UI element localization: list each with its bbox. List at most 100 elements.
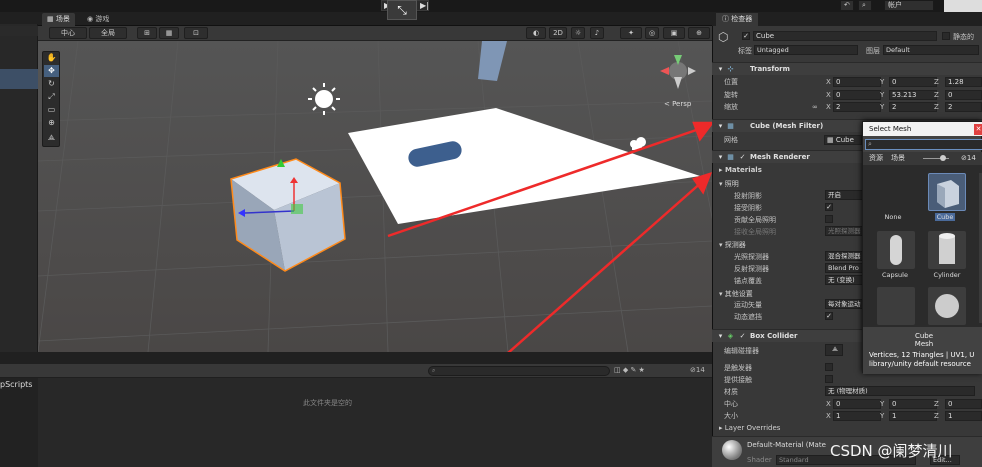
pivot-dropdown[interactable]: 中心 [49, 27, 87, 39]
tab-inspector[interactable]: ⓘ 检查器 [716, 13, 759, 26]
reflection-probes-dropdown[interactable]: Blend Pro [825, 263, 863, 273]
foldout-arrow-icon[interactable]: ▾ [716, 65, 725, 74]
tab-scene[interactable]: ▦ 场景 [42, 13, 75, 26]
hidden-objects-icon[interactable]: ◎ [645, 27, 659, 39]
project-folder-tree [0, 378, 38, 467]
layer-dropdown[interactable]: Default [883, 45, 979, 55]
edit-collider-button[interactable]: ⟁ [825, 344, 843, 356]
project-filter-icons[interactable]: ◫ ◆ ✎ ★ [614, 366, 645, 374]
grid-snap-icon[interactable]: ⊞ [137, 27, 157, 39]
transform-tool-icon[interactable]: ⊕ [44, 117, 59, 129]
project-header [0, 352, 712, 364]
center-row: 中心 X0 Y0 Z0 [712, 398, 982, 410]
project-search-input[interactable]: ⌕ [428, 366, 610, 376]
dynamic-occlusion-checkbox[interactable]: ✓ [825, 312, 833, 320]
object-name-field[interactable]: Cube [753, 31, 937, 41]
zoom-slider-handle[interactable] [940, 155, 946, 161]
link-icon[interactable]: ∞ [812, 101, 818, 113]
close-icon[interactable]: ✕ [974, 124, 982, 135]
search-icon[interactable]: ⌕ [858, 0, 872, 11]
materials-foldout[interactable]: ▸ Materials [719, 166, 762, 174]
step-icon[interactable]: ▶| [420, 1, 429, 10]
persp-label[interactable]: < Persp [664, 100, 692, 108]
tab-assets[interactable]: 资源 [869, 153, 883, 164]
mesh-tile-sphere[interactable] [928, 287, 966, 325]
custom-tool-icon[interactable]: ⟁ [44, 132, 59, 144]
anchor-override-field[interactable]: 无 (变换) [825, 275, 863, 285]
rotation-y-field[interactable]: 53.213 [889, 90, 937, 100]
scale-z-field[interactable]: 2 [945, 102, 982, 112]
gizmos-icon[interactable]: ⊕ [688, 27, 710, 39]
contribute-gi-checkbox[interactable] [825, 215, 833, 223]
foldout-arrow-icon[interactable]: ▾ [716, 332, 725, 341]
grid-visibility-icon[interactable]: ▦ [159, 27, 179, 39]
scale-tool-icon[interactable]: ⤢ [44, 91, 59, 103]
rotation-z-field[interactable]: 0 [945, 90, 982, 100]
mesh-field[interactable]: ▦ Cube [824, 135, 862, 145]
foldout-arrow-icon[interactable]: ▾ [716, 122, 725, 131]
position-y-field[interactable]: 0 [889, 77, 937, 87]
snap-increment-icon[interactable]: ⊡ [184, 27, 208, 39]
box-collider-icon: ◈ [727, 332, 734, 340]
rotation-x-field[interactable]: 0 [833, 90, 881, 100]
mesh-tile-plane[interactable] [877, 287, 915, 325]
tag-dropdown[interactable]: Untagged [754, 45, 858, 55]
motion-vectors-dropdown[interactable]: 每对象运动 [825, 299, 863, 309]
camera-icon[interactable]: ▣ [663, 27, 685, 39]
lighting-icon[interactable]: ☼ [571, 27, 585, 39]
transform-tools: ✋ ✥ ↻ ⤢ ▭ ⊕ ⟁ [42, 51, 60, 147]
mesh-tile-capsule[interactable] [877, 231, 915, 269]
rotate-tool-icon[interactable]: ↻ [44, 78, 59, 90]
mesh-search-input[interactable]: ⌕ [865, 139, 982, 150]
scale-x-field[interactable]: 2 [833, 102, 881, 112]
mesh-tile-cube[interactable] [928, 173, 966, 211]
size-y-field[interactable]: 1 [889, 411, 937, 421]
size-z-field[interactable]: 1 [945, 411, 982, 421]
receive-shadows-checkbox[interactable]: ✓ [825, 203, 833, 211]
project-folder-item[interactable]: pScripts [0, 380, 32, 389]
draw-mode-icon[interactable]: ◐ [526, 27, 546, 39]
provides-contacts-label: 提供接触 [724, 376, 752, 384]
light-probes-dropdown[interactable]: 混合探测器 [825, 251, 863, 261]
foldout-arrow-icon[interactable]: ▾ [716, 153, 725, 162]
space-dropdown[interactable]: 全局 [89, 27, 127, 39]
position-z-field[interactable]: 1.28 [945, 77, 982, 87]
scale-y-field[interactable]: 2 [889, 102, 937, 112]
move-tool-icon[interactable]: ✥ [44, 65, 59, 77]
dynamic-occlusion-label: 动态遮挡 [734, 313, 762, 321]
toggle-2d-button[interactable]: 2D [549, 27, 567, 39]
mesh-tile-cylinder[interactable] [928, 231, 966, 269]
hand-tool-icon[interactable]: ✋ [44, 52, 59, 64]
layer-overrides-foldout[interactable]: ▸ Layer Overrides [719, 424, 780, 432]
account-dropdown[interactable]: 帐户 [884, 0, 934, 11]
layout-button[interactable] [944, 0, 982, 12]
position-row: 位置 X0 Y0 Z 1.28 [712, 76, 982, 88]
probes-foldout[interactable]: ▾ 探测器 [719, 240, 746, 250]
enabled-checkbox[interactable]: ✓ [738, 153, 747, 162]
physics-material-field[interactable]: 无 (物理材质) [825, 386, 975, 396]
hierarchy-selected-row[interactable] [0, 69, 38, 89]
tab-scene-assets[interactable]: 场景 [891, 153, 905, 164]
tab-game[interactable]: ◉ 游戏 [82, 13, 114, 26]
hierarchy-search[interactable] [0, 26, 38, 36]
provides-contacts-checkbox[interactable] [825, 375, 833, 383]
audio-icon[interactable]: ♪ [590, 27, 604, 39]
position-x-field[interactable]: 0 [833, 77, 881, 87]
transform-header[interactable]: ▾ ⊹ Transform [712, 62, 982, 75]
enabled-checkbox[interactable]: ✓ [738, 332, 747, 341]
center-y-field[interactable]: 0 [889, 399, 937, 409]
center-x-field[interactable]: 0 [833, 399, 881, 409]
is-trigger-checkbox[interactable] [825, 363, 833, 371]
size-x-field[interactable]: 1 [833, 411, 881, 421]
history-icon[interactable]: ↶ [840, 0, 854, 11]
lighting-foldout[interactable]: ▾ 照明 [719, 179, 739, 189]
center-z-field[interactable]: 0 [945, 399, 982, 409]
active-checkbox[interactable]: ✓ [742, 32, 750, 40]
static-checkbox[interactable] [942, 32, 950, 40]
effects-icon[interactable]: ✦ [620, 27, 642, 39]
scene-view[interactable]: < Persp ✋ ✥ ↻ ⤢ ▭ ⊕ ⟁ [38, 41, 712, 352]
rect-tool-icon[interactable]: ▭ [44, 104, 59, 116]
other-settings-foldout[interactable]: ▾ 其他设置 [719, 289, 753, 299]
pip-icon[interactable]: ⤡ [387, 0, 417, 20]
cast-shadows-dropdown[interactable]: 开启 [825, 190, 863, 200]
